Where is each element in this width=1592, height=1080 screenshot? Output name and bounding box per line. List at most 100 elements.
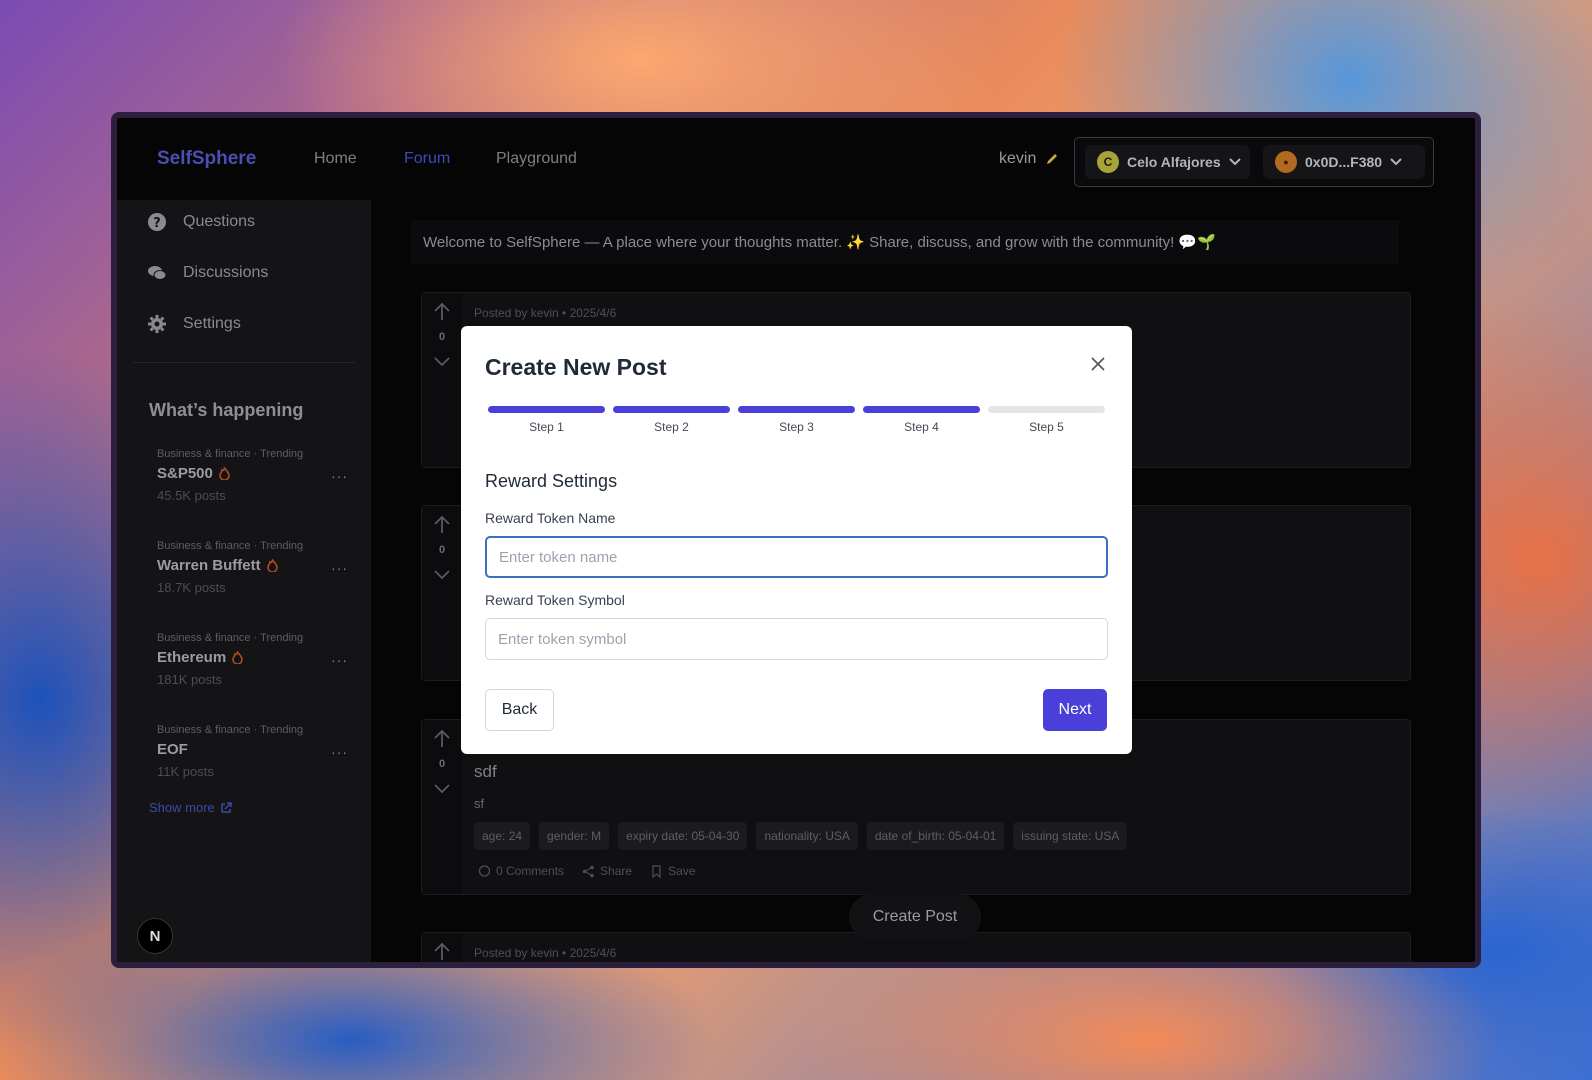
- step-5: Step 5: [988, 406, 1105, 434]
- trend-item[interactable]: Business & finance · Trending Ethereum 1…: [157, 632, 347, 687]
- more-options-icon[interactable]: ···: [331, 744, 348, 760]
- divider: [133, 362, 355, 363]
- token-symbol-input[interactable]: [485, 618, 1108, 660]
- nav-home[interactable]: Home: [314, 150, 357, 168]
- step-bar: [613, 406, 730, 413]
- sidebar-item-label: Questions: [183, 213, 256, 230]
- share-icon: [582, 865, 594, 877]
- step-3: Step 3: [738, 406, 855, 434]
- chain-label: Celo Alfajores: [1127, 154, 1221, 170]
- step-progress: Step 1 Step 2 Step 3 Step 4 Step 5: [488, 406, 1105, 434]
- chevron-down-icon: [1390, 158, 1402, 166]
- more-options-icon[interactable]: ···: [331, 468, 348, 484]
- trend-title: Ethereum: [157, 649, 337, 666]
- wallet-box: C Celo Alfajores ● 0x0D...F380: [1074, 137, 1434, 187]
- vote-column: 0: [422, 720, 462, 894]
- chat-bubbles-icon: [148, 266, 167, 280]
- vote-column: [422, 933, 462, 962]
- comment-icon: [478, 864, 491, 877]
- trend-title: S&P500: [157, 465, 337, 482]
- close-icon[interactable]: [1091, 357, 1105, 371]
- vote-column: 0: [422, 293, 462, 467]
- trend-item[interactable]: Business & finance · Trending S&P500 45.…: [157, 448, 347, 503]
- sidebar-item-label: Settings: [183, 315, 241, 332]
- section-heading: Reward Settings: [485, 471, 618, 491]
- trend-item[interactable]: Business & finance · Trending EOF 11K po…: [157, 724, 347, 779]
- comments-button[interactable]: 0 Comments: [478, 864, 564, 878]
- downvote-icon[interactable]: [434, 355, 450, 367]
- token-name-input[interactable]: [485, 536, 1108, 578]
- username[interactable]: kevin: [999, 150, 1036, 168]
- step-bar: [863, 406, 980, 413]
- gear-icon: [148, 315, 166, 333]
- sidebar-item-questions[interactable]: ? Questions: [147, 212, 255, 232]
- save-button[interactable]: Save: [650, 864, 695, 878]
- post-tag: nationality: USA: [756, 822, 858, 850]
- trend-posts: 181K posts: [157, 672, 223, 687]
- step-2: Step 2: [613, 406, 730, 434]
- trend-category: Business & finance · Trending: [157, 724, 304, 736]
- fire-icon: [219, 467, 230, 480]
- token-symbol-label: Reward Token Symbol: [485, 592, 625, 608]
- downvote-icon[interactable]: [434, 782, 450, 794]
- question-circle-icon: ?: [148, 213, 166, 231]
- trend-item[interactable]: Business & finance · Trending Warren Buf…: [157, 540, 347, 595]
- svg-text:?: ?: [153, 216, 161, 231]
- nextjs-logo-icon[interactable]: N: [137, 918, 173, 954]
- post-title[interactable]: sdf: [474, 762, 497, 782]
- fire-icon: [232, 651, 243, 664]
- post-meta: Posted by kevin • 2025/4/6: [474, 946, 617, 960]
- sidebar: ? Questions Discussions Settings What’s …: [117, 200, 371, 962]
- post-tag: issuing state: USA: [1013, 822, 1128, 850]
- more-options-icon[interactable]: ···: [331, 560, 348, 576]
- brand-logo[interactable]: SelfSphere: [157, 148, 256, 170]
- pencil-icon[interactable]: [1045, 152, 1059, 166]
- trend-posts: 18.7K posts: [157, 580, 226, 595]
- create-post-button[interactable]: Create Post: [849, 894, 981, 940]
- show-more-link[interactable]: Show more: [149, 800, 232, 815]
- whats-happening-heading: What’s happening: [149, 400, 304, 420]
- next-button[interactable]: Next: [1043, 689, 1107, 731]
- downvote-icon[interactable]: [434, 568, 450, 580]
- account-label: 0x0D...F380: [1305, 154, 1383, 170]
- step-bar: [488, 406, 605, 413]
- step-bar: [738, 406, 855, 413]
- post-actions: 0 Comments Share Save: [478, 864, 695, 878]
- chain-selector-button[interactable]: C Celo Alfajores: [1085, 145, 1250, 179]
- nav-forum[interactable]: Forum: [404, 150, 450, 168]
- step-4: Step 4: [863, 406, 980, 434]
- trend-category: Business & finance · Trending: [157, 632, 304, 644]
- sidebar-item-discussions[interactable]: Discussions: [147, 263, 268, 283]
- trend-posts: 45.5K posts: [157, 488, 226, 503]
- bookmark-icon: [652, 864, 661, 878]
- external-link-icon: [221, 801, 232, 813]
- vote-column: 0: [422, 506, 462, 680]
- create-post-modal: Create New Post Step 1 Step 2 Step 3 Ste…: [461, 326, 1132, 754]
- sidebar-item-settings[interactable]: Settings: [147, 314, 241, 334]
- upvote-icon[interactable]: [434, 730, 450, 748]
- upvote-icon[interactable]: [434, 303, 450, 321]
- nav-playground[interactable]: Playground: [496, 150, 577, 168]
- upvote-icon[interactable]: [434, 943, 450, 961]
- vote-count: 0: [438, 544, 446, 556]
- back-button[interactable]: Back: [485, 689, 554, 731]
- step-label: Step 3: [779, 420, 814, 434]
- post-tag: gender: M: [539, 822, 610, 850]
- step-label: Step 2: [654, 420, 689, 434]
- fire-icon: [266, 559, 278, 572]
- step-label: Step 4: [904, 420, 939, 434]
- post-tag: age: 24: [474, 822, 531, 850]
- step-label: Step 5: [1029, 420, 1064, 434]
- step-bar: [988, 406, 1105, 413]
- step-label: Step 1: [529, 420, 564, 434]
- vote-count: 0: [438, 758, 446, 770]
- more-options-icon[interactable]: ···: [331, 652, 348, 668]
- celo-icon: C: [1097, 151, 1119, 173]
- share-button[interactable]: Share: [582, 864, 632, 878]
- trend-title: Warren Buffett: [157, 557, 337, 574]
- upvote-icon[interactable]: [434, 516, 450, 534]
- modal-title: Create New Post: [485, 354, 667, 380]
- account-button[interactable]: ● 0x0D...F380: [1263, 145, 1425, 179]
- welcome-banner: Welcome to SelfSphere — A place where yo…: [411, 220, 1399, 264]
- post-tag: date of_birth: 05-04-01: [866, 822, 1005, 850]
